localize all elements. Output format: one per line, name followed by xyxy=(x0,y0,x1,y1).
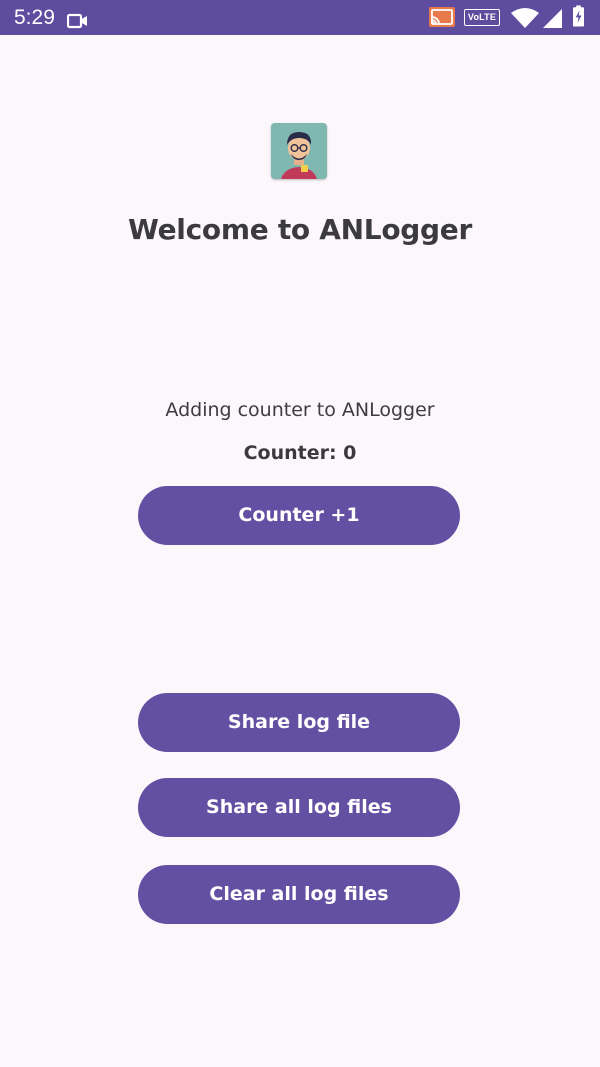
developer-avatar-icon xyxy=(271,123,327,179)
welcome-title: Welcome to ANLogger xyxy=(128,213,472,246)
counter-increment-button[interactable]: Counter +1 xyxy=(138,486,460,545)
status-bar: 5:29 VoLTE xyxy=(0,0,600,35)
volte-icon: VoLTE xyxy=(464,9,500,26)
cell-signal-icon xyxy=(543,9,562,28)
battery-icon xyxy=(573,5,584,27)
status-time: 5:29 xyxy=(14,6,55,29)
app-logo-icon xyxy=(271,123,327,179)
clear-all-log-files-button[interactable]: Clear all log files xyxy=(138,865,460,924)
wifi-icon xyxy=(511,8,539,28)
video-camera-icon xyxy=(67,13,87,29)
counter-caption: Adding counter to ANLogger xyxy=(165,399,435,421)
share-all-log-files-button[interactable]: Share all log files xyxy=(138,778,460,837)
counter-value: Counter: 0 xyxy=(243,442,357,464)
cast-icon xyxy=(429,7,455,27)
share-log-file-button[interactable]: Share log file xyxy=(138,693,460,752)
